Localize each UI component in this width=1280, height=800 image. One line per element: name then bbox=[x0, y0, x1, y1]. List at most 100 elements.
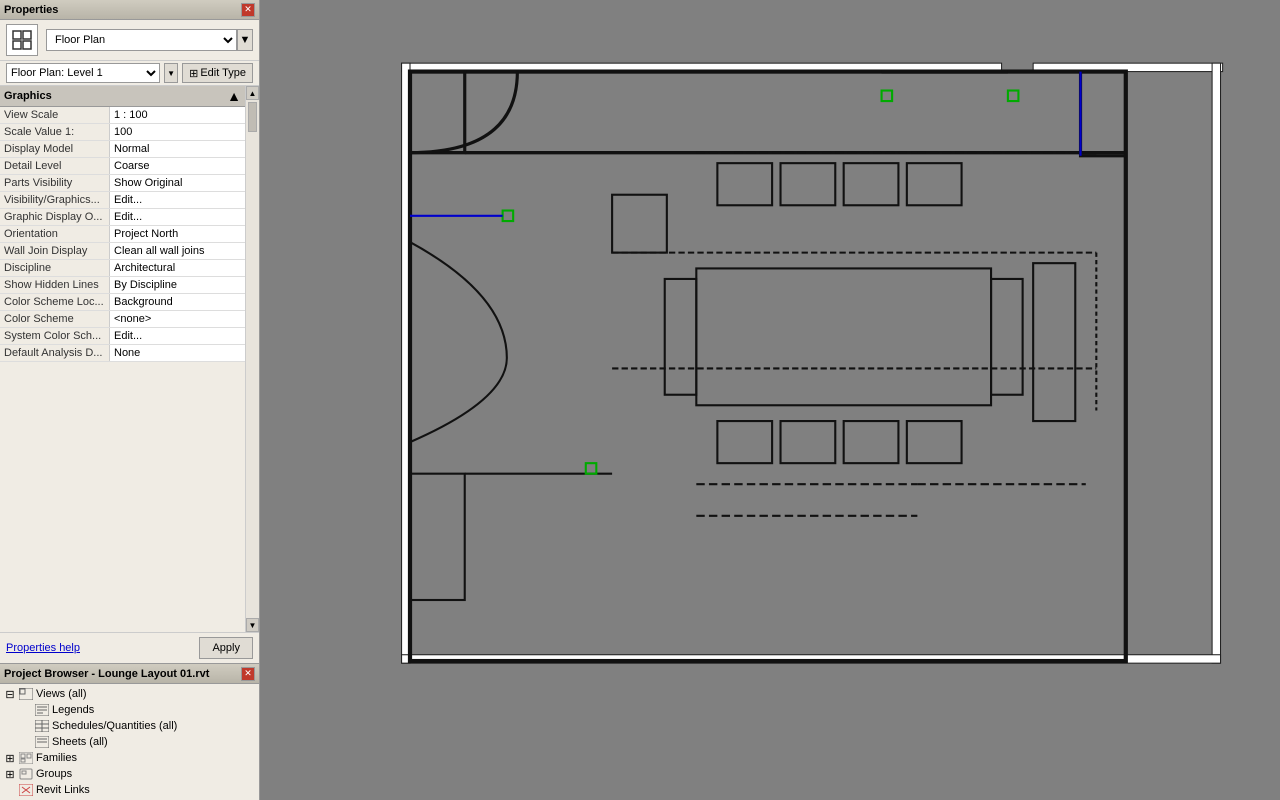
tree-item[interactable]: Revit Links bbox=[0, 782, 259, 798]
prop-value: Background bbox=[110, 294, 245, 310]
instance-dropdown-arrow[interactable]: ▼ bbox=[164, 63, 178, 83]
tree-item-label: Legends bbox=[52, 704, 94, 716]
apply-button[interactable]: Apply bbox=[199, 637, 253, 659]
tree-item[interactable]: Legends bbox=[0, 702, 259, 718]
prop-label: Show Hidden Lines bbox=[0, 277, 110, 293]
prop-label: Parts Visibility bbox=[0, 175, 110, 191]
table-row: Color Scheme<none> bbox=[0, 311, 245, 328]
project-browser: Project Browser - Lounge Layout 01.rvt ✕… bbox=[0, 663, 259, 800]
table-row: Display ModelNormal bbox=[0, 141, 245, 158]
prop-value: None bbox=[110, 345, 245, 361]
properties-scroll[interactable]: Graphics ▲ View Scale1 : 100Scale Value … bbox=[0, 86, 245, 632]
prop-value: Edit... bbox=[110, 192, 245, 208]
table-row: Scale Value 1:100 bbox=[0, 124, 245, 141]
tree-item[interactable]: Sheets (all) bbox=[0, 734, 259, 750]
tree-item[interactable]: Schedules/Quantities (all) bbox=[0, 718, 259, 734]
prop-type-header: Floor Plan ▼ bbox=[0, 20, 259, 61]
left-panel: Properties ✕ Floor Plan ▼ bbox=[0, 0, 260, 800]
prop-label: Scale Value 1: bbox=[0, 124, 110, 140]
floor-plan-icon bbox=[6, 24, 38, 56]
type-dropdown[interactable]: Floor Plan bbox=[46, 29, 237, 51]
prop-label: Default Analysis D... bbox=[0, 345, 110, 361]
scroll-thumb[interactable] bbox=[248, 102, 257, 132]
prop-value: Edit... bbox=[110, 328, 245, 344]
prop-value: Architectural bbox=[110, 260, 245, 276]
prop-label: System Color Sch... bbox=[0, 328, 110, 344]
tree-item-label: Families bbox=[36, 752, 77, 764]
table-row: DisciplineArchitectural bbox=[0, 260, 245, 277]
tree-item-label: Groups bbox=[36, 768, 72, 780]
tree-item-label: Revit Links bbox=[36, 784, 90, 796]
properties-table: Graphics ▲ bbox=[0, 86, 245, 107]
table-row: Show Hidden LinesBy Discipline bbox=[0, 277, 245, 294]
edit-type-icon: ⊞ bbox=[189, 67, 198, 80]
graphics-section-header: Graphics ▲ bbox=[0, 86, 245, 107]
prop-value: Edit... bbox=[110, 209, 245, 225]
tree-item-label: Views (all) bbox=[36, 688, 87, 700]
table-row: Wall Join DisplayClean all wall joins bbox=[0, 243, 245, 260]
prop-label: Wall Join Display bbox=[0, 243, 110, 259]
tree-expand-icon[interactable]: ⊞ bbox=[4, 768, 16, 780]
table-row: System Color Sch...Edit... bbox=[0, 328, 245, 345]
table-row: Color Scheme Loc...Background bbox=[0, 294, 245, 311]
canvas-area[interactable] bbox=[260, 0, 1280, 800]
project-browser-titlebar: Project Browser - Lounge Layout 01.rvt ✕ bbox=[0, 664, 259, 684]
properties-help-link[interactable]: Properties help bbox=[6, 642, 80, 654]
tree-item-icon bbox=[18, 687, 34, 701]
scroll-up-button[interactable]: ▲ bbox=[246, 86, 259, 100]
floor-plan-drawing bbox=[260, 0, 1280, 800]
tree-expand-icon[interactable]: ⊟ bbox=[4, 688, 16, 700]
prop-label: Discipline bbox=[0, 260, 110, 276]
table-row: Graphic Display O...Edit... bbox=[0, 209, 245, 226]
tree-item-icon bbox=[34, 703, 50, 717]
project-browser-close-button[interactable]: ✕ bbox=[241, 667, 255, 681]
project-browser-title: Project Browser - Lounge Layout 01.rvt bbox=[4, 668, 209, 680]
project-browser-tree: ⊟ Views (all) Legends Schedules/Quantities … bbox=[0, 684, 259, 800]
prop-value: Coarse bbox=[110, 158, 245, 174]
prop-value: Normal bbox=[110, 141, 245, 157]
instance-row: Floor Plan: Level 1 ▼ ⊞ Edit Type bbox=[0, 61, 259, 86]
edit-type-button[interactable]: ⊞ Edit Type bbox=[182, 63, 253, 83]
tree-expand-icon[interactable]: ⊞ bbox=[4, 752, 16, 764]
table-row: Parts VisibilityShow Original bbox=[0, 175, 245, 192]
prop-value: Project North bbox=[110, 226, 245, 242]
prop-label: Visibility/Graphics... bbox=[0, 192, 110, 208]
prop-rows-container: View Scale1 : 100Scale Value 1:100Displa… bbox=[0, 107, 245, 362]
scroll-track bbox=[246, 100, 259, 618]
prop-value: Clean all wall joins bbox=[110, 243, 245, 259]
scroll-down-button[interactable]: ▼ bbox=[246, 618, 259, 632]
prop-value: Show Original bbox=[110, 175, 245, 191]
prop-label: Display Model bbox=[0, 141, 110, 157]
prop-label: Detail Level bbox=[0, 158, 110, 174]
prop-label: Orientation bbox=[0, 226, 110, 242]
properties-table-wrapper: Graphics ▲ View Scale1 : 100Scale Value … bbox=[0, 86, 259, 632]
table-row: Visibility/Graphics...Edit... bbox=[0, 192, 245, 209]
tree-item-icon bbox=[18, 767, 34, 781]
prop-value[interactable]: 1 : 100 bbox=[110, 107, 245, 123]
type-dropdown-arrow[interactable]: ▼ bbox=[237, 29, 253, 51]
instance-dropdown[interactable]: Floor Plan: Level 1 bbox=[6, 63, 160, 83]
tree-item[interactable]: ⊟ Views (all) bbox=[0, 686, 259, 702]
properties-titlebar: Properties ✕ bbox=[0, 0, 259, 20]
tree-item[interactable]: ⊞ Groups bbox=[0, 766, 259, 782]
tree-item-icon bbox=[18, 751, 34, 765]
properties-scrollbar[interactable]: ▲ ▼ bbox=[245, 86, 259, 632]
tree-item-icon bbox=[34, 719, 50, 733]
prop-value: By Discipline bbox=[110, 277, 245, 293]
properties-title: Properties bbox=[4, 4, 58, 16]
section-collapse-icon[interactable]: ▲ bbox=[227, 88, 241, 104]
tree-item-label: Schedules/Quantities (all) bbox=[52, 720, 177, 732]
tree-item[interactable]: ⊞ Families bbox=[0, 750, 259, 766]
prop-label: Color Scheme bbox=[0, 311, 110, 327]
prop-label: Graphic Display O... bbox=[0, 209, 110, 225]
prop-label: View Scale bbox=[0, 107, 110, 123]
properties-close-button[interactable]: ✕ bbox=[241, 3, 255, 17]
prop-value[interactable]: 100 bbox=[110, 124, 245, 140]
table-row: Detail LevelCoarse bbox=[0, 158, 245, 175]
tree-item-icon bbox=[18, 783, 34, 797]
prop-label: Color Scheme Loc... bbox=[0, 294, 110, 310]
table-row: Default Analysis D...None bbox=[0, 345, 245, 362]
properties-bottom: Properties help Apply bbox=[0, 632, 259, 663]
tree-item-icon bbox=[34, 735, 50, 749]
properties-panel: Properties ✕ Floor Plan ▼ bbox=[0, 0, 259, 663]
